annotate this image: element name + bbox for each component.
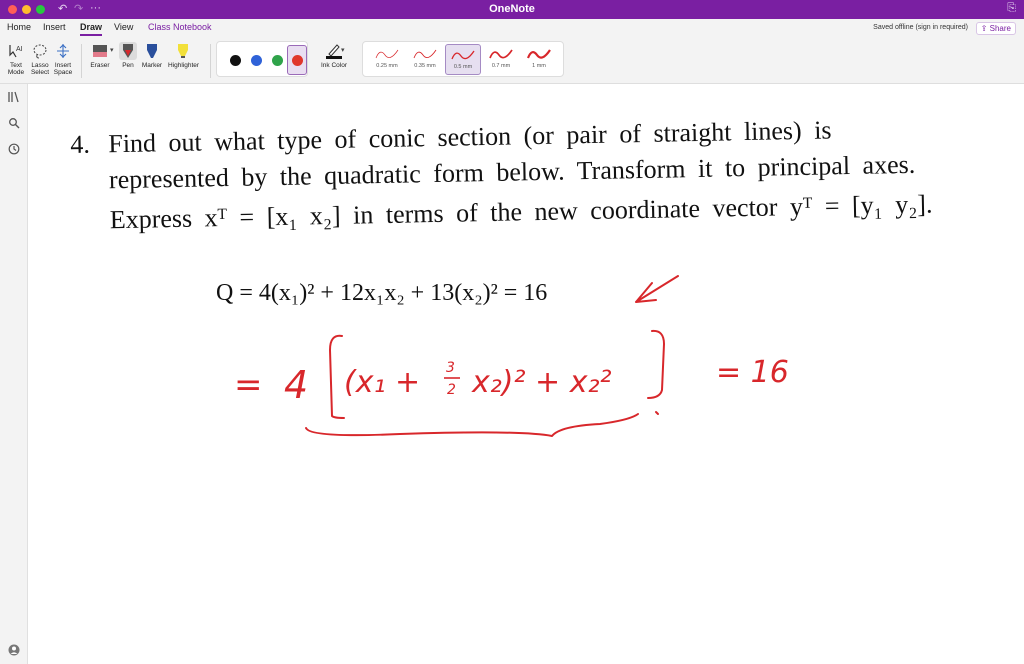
ink-dot [655,411,659,415]
underbrace-stroke [305,413,639,437]
onenote-window: ↶ ↷ ··· OneNote ⎘ Home Insert Draw View … [0,0,1024,664]
handwritten-ink-layer: = 4 (x₁ + 3 2 x₂)² + x₂² = 16 [234,275,789,437]
right-bracket-stroke [647,329,665,399]
arrow-annotation [635,275,679,303]
ink-fraction-denominator: 2 [447,382,456,398]
ink-fraction-numerator: 3 [446,360,455,376]
ink-equals: = [234,365,263,405]
left-bracket-stroke [329,334,345,419]
ink-rhs: = 16 [716,355,789,390]
ink-term-2: x₂)² + x₂² [471,365,612,400]
ink-factor: 4 [284,363,308,407]
ink-term-1: (x₁ + [344,365,420,400]
